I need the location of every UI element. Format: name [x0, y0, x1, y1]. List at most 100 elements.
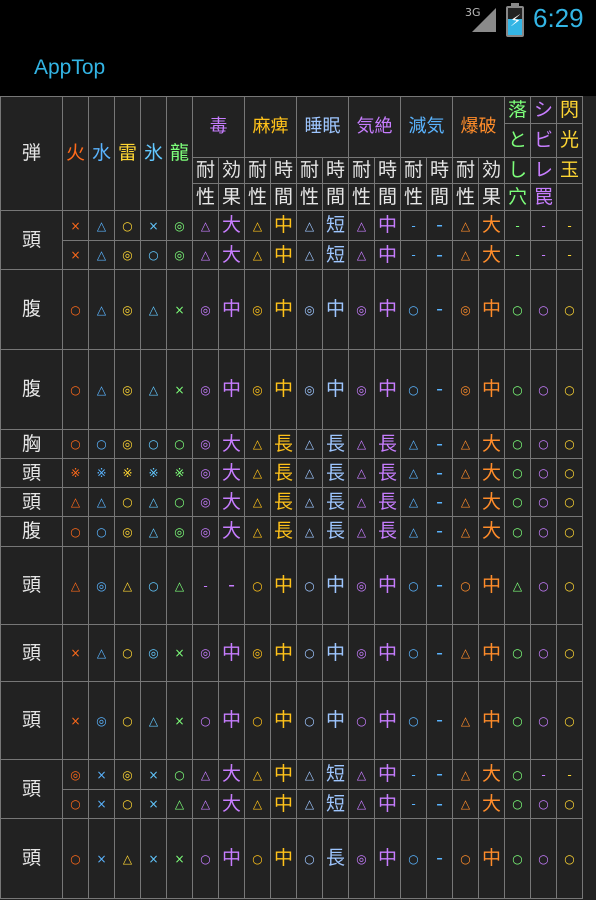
table-row[interactable]: 頭 △ △ ○ △ ○ ◎ 大 △ 長 △ 長 △ 長 △ - △ 大 ○ ○ ○: [0, 487, 583, 517]
value-cell: ○: [114, 487, 141, 517]
value-cell: ○: [452, 818, 479, 899]
value-cell: 中: [374, 681, 401, 760]
table-row[interactable]: 頭 ◎ × ◎ × ○ △ 大 △ 中 △ 短 △ 中 - - △ 大 ○ - -: [0, 759, 583, 819]
element-header: 火: [62, 96, 89, 211]
value-cell: ×: [88, 789, 115, 819]
value-cell: ○: [504, 349, 531, 430]
value-cell: △: [452, 789, 479, 819]
value-cell: ○: [504, 759, 531, 790]
value-cell: 中: [374, 759, 401, 790]
value-cell: ◎: [114, 516, 141, 547]
value-cell: ○: [452, 546, 479, 625]
sub-header: 果: [478, 183, 505, 211]
value-cell: -: [400, 240, 427, 270]
sub-header: 性: [348, 183, 375, 211]
value-cell: 中: [270, 269, 297, 350]
sub-header: 耐: [192, 157, 219, 184]
value-cell: △: [114, 546, 141, 625]
value-cell: ○: [530, 349, 557, 430]
value-cell: 中: [322, 349, 349, 430]
sub-header: 果: [218, 183, 245, 211]
value-cell: -: [192, 546, 219, 625]
header-row: 弾火水雷氷龍毒麻痺 睡眠 気絶 減気 爆破落シ閃: [0, 96, 583, 211]
trap-header-char: と: [504, 123, 531, 158]
value-cell: 長: [374, 487, 401, 517]
value-cell: 長: [270, 458, 297, 488]
part-label: 胸: [0, 429, 63, 459]
value-cell: ○: [400, 269, 427, 350]
value-cell: ×: [140, 818, 167, 899]
value-cell: ◎: [62, 759, 89, 790]
value-cell: ○: [504, 516, 531, 547]
table-row[interactable]: 腹 ○ △ ◎ △ × ◎ 中 ◎ 中 ◎ 中 ◎ 中 ○ - ◎ 中 ○ ○ ○: [0, 269, 583, 350]
value-cell: ※: [114, 458, 141, 488]
value-cell: △: [348, 789, 375, 819]
value-cell: -: [556, 210, 583, 241]
value-cell: 長: [322, 487, 349, 517]
sub-header: 時: [426, 157, 453, 184]
value-cell: △: [244, 210, 271, 241]
value-cell: △: [244, 789, 271, 819]
value-cell: ◎: [348, 269, 375, 350]
ailment-header: 減気: [400, 96, 453, 158]
value-cell: -: [556, 759, 583, 790]
value-cell: 長: [374, 458, 401, 488]
table-row[interactable]: × △ ◎ ○ ◎ △ 大 △ 中 △ 短 △ 中 - - △ 大 - - -: [1, 240, 583, 270]
value-cell: ○: [530, 487, 557, 517]
table-row[interactable]: 頭 × △ ○ ◎ × ◎ 中 ◎ 中 ○ 中 ◎ 中 ○ - △ 中 ○ ○ ○: [0, 624, 583, 682]
value-cell: ◎: [114, 759, 141, 790]
ailment-header: 気絶: [348, 96, 401, 158]
value-cell: ○: [556, 349, 583, 430]
value-cell: ◎: [192, 458, 219, 488]
value-cell: △: [400, 429, 427, 459]
value-cell: △: [140, 487, 167, 517]
value-cell: △: [140, 681, 167, 760]
value-cell: △: [192, 240, 219, 270]
table-row[interactable]: 頭 ※ ※ ※ ※ ※ ◎ 大 △ 長 △ 長 △ 長 △ - △ 大 ○ ○ ○: [0, 458, 583, 488]
value-cell: ◎: [244, 269, 271, 350]
part-label: 頭: [0, 759, 63, 819]
value-cell: △: [348, 429, 375, 459]
value-cell: △: [452, 681, 479, 760]
app-title[interactable]: AppTop: [34, 56, 105, 80]
value-cell: ○: [504, 429, 531, 459]
table-row[interactable]: 腹 ○ △ ◎ △ × ◎ 中 ◎ 中 ◎ 中 ◎ 中 ○ - ◎ 中 ○ ○ ○: [0, 349, 583, 430]
value-cell: -: [400, 789, 427, 819]
value-cell: ×: [62, 210, 89, 241]
sub-header: 耐: [244, 157, 271, 184]
value-cell: ◎: [296, 269, 323, 350]
part-label: 頭: [0, 624, 63, 682]
value-cell: △: [244, 240, 271, 270]
status-time: 6:29: [533, 3, 584, 33]
value-cell: ○: [556, 429, 583, 459]
table-row[interactable]: 頭 ○ × △ × × ○ 中 ○ 中 ○ 長 ◎ 中 ○ - ○ 中 ○ ○ ○: [0, 818, 583, 899]
sub-header: 効: [218, 157, 245, 184]
value-cell: ◎: [166, 210, 193, 241]
value-cell: △: [192, 210, 219, 241]
table-row[interactable]: 胸 ○ ○ ◎ ○ ○ ◎ 大 △ 長 △ 長 △ 長 △ - △ 大 ○ ○ ○: [0, 429, 583, 459]
table-row[interactable]: 頭 × ◎ ○ △ × ○ 中 ○ 中 ○ 中 ○ 中 ○ - △ 中 ○ ○ ○: [0, 681, 583, 760]
value-cell: 中: [374, 624, 401, 682]
value-cell: 中: [270, 210, 297, 241]
value-cell: △: [88, 240, 115, 270]
sub-header: 間: [426, 183, 453, 211]
value-cell: ×: [166, 818, 193, 899]
value-cell: ◎: [114, 269, 141, 350]
table-row[interactable]: ○ × ○ × △ △ 大 △ 中 △ 短 △ 中 - - △ 大 ○ ○ ○: [1, 789, 583, 819]
value-cell: ◎: [192, 349, 219, 430]
table-row[interactable]: 腹 ○ ○ ◎ △ ◎ ◎ 大 △ 長 △ 長 △ 長 △ - △ 大 ○ ○ ○: [0, 516, 583, 547]
value-cell: ○: [556, 516, 583, 547]
part-label: 頭: [0, 546, 63, 625]
value-cell: 大: [218, 759, 245, 790]
sub-header: 性: [192, 183, 219, 211]
table-row[interactable]: 頭 △ ◎ △ ○ △ - - ○ 中 ○ 中 ◎ 中 ○ - ○ 中 △ ○ ○: [0, 546, 583, 625]
value-cell: △: [296, 240, 323, 270]
value-cell: ◎: [114, 349, 141, 430]
value-cell: △: [504, 546, 531, 625]
value-cell: ○: [244, 681, 271, 760]
value-cell: 短: [322, 210, 349, 241]
value-cell: 大: [218, 516, 245, 547]
table-row[interactable]: 頭 × △ ○ × ◎ △ 大 △ 中 △ 短 △ 中 - - △ 大 - - -: [0, 210, 583, 270]
value-cell: △: [88, 210, 115, 241]
weakness-table-container[interactable]: 弾火水雷氷龍毒麻痺 睡眠 気絶 減気 爆破落シ閃とビ光耐効耐時耐時耐時耐時耐効しレ玉性果…: [0, 96, 596, 900]
